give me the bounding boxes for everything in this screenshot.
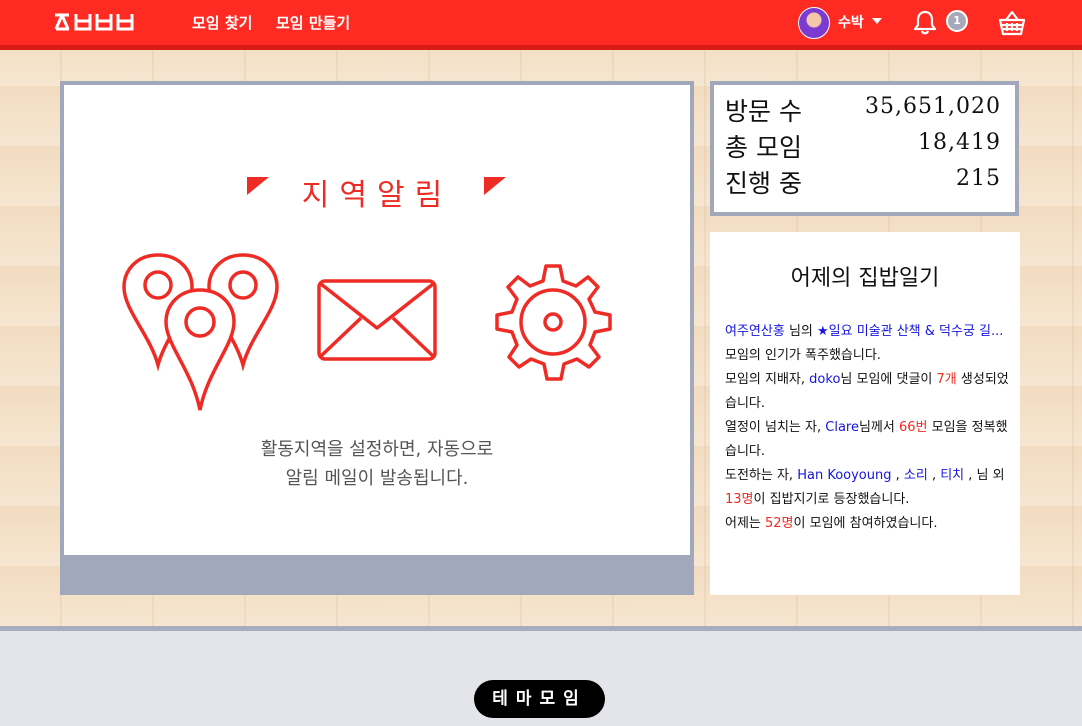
user-link[interactable]: doko bbox=[809, 372, 840, 387]
top-navigation-bar: 모임 찾기 모임 만들기 수박 1 bbox=[0, 0, 1082, 50]
diary-text: 이 모임에 참여하였습니다. bbox=[793, 516, 938, 531]
slide-description-line: 활동지역을 설정하면, 자동으로 bbox=[260, 439, 494, 460]
diary-entry: 모임의 지배자, doko님 모임에 댓글이 7개 생성되었습니다. bbox=[725, 368, 1010, 416]
diary-text: 모임의 지배자, bbox=[725, 372, 810, 387]
diary-text: 모임의 인기가 폭주했습니다. bbox=[725, 348, 881, 363]
diary-title: 어제의 집밥일기 bbox=[790, 266, 940, 291]
stat-total-meetups: 총 모임 18,419 bbox=[725, 128, 1001, 164]
chevron-down-icon[interactable] bbox=[872, 18, 882, 24]
highlight-count: 7개 bbox=[936, 372, 957, 387]
logo-mark bbox=[54, 13, 134, 31]
stat-value: 215 bbox=[956, 166, 1001, 191]
theme-meetup-button[interactable]: 테마모임 bbox=[474, 680, 605, 718]
diary-text: , bbox=[891, 468, 904, 483]
yesterday-diary-panel: 어제의 집밥일기 여주연산홍 님의 ★일요 미술관 산책 & 덕수궁 길... … bbox=[710, 232, 1020, 595]
diary-entry: 열정이 넘치는 자, Clare님께서 66번 모임을 정복했습니다. bbox=[725, 416, 1010, 464]
basket-icon[interactable] bbox=[998, 9, 1026, 41]
user-link[interactable]: Clare bbox=[825, 420, 859, 435]
envelope-icon bbox=[317, 279, 437, 361]
diary-text: 열정이 넘치는 자, bbox=[725, 420, 826, 435]
site-stats-inner: 방문 수 35,651,020 총 모임 18,419 진행 중 215 bbox=[714, 85, 1015, 212]
diary-text: 도전하는 자, bbox=[725, 468, 798, 483]
slide-title: 지역알림 bbox=[301, 178, 453, 213]
diary-text: , bbox=[927, 468, 941, 483]
diary-entry: 어제는 52명이 모임에 참여하였습니다. bbox=[725, 512, 1010, 536]
diary-body: 여주연산홍 님의 ★일요 미술관 산책 & 덕수궁 길... 모임의 인기가 폭… bbox=[725, 320, 1010, 536]
diary-entry: 여주연산홍 님의 ★일요 미술관 산책 & 덕수궁 길... 모임의 인기가 폭… bbox=[725, 320, 1010, 368]
user-link[interactable]: 소리 bbox=[904, 468, 928, 483]
username[interactable]: 수박 bbox=[838, 12, 864, 32]
slide-description-line: 알림 메일이 발송됩니다. bbox=[285, 468, 469, 489]
stat-value: 35,651,020 bbox=[865, 94, 1001, 119]
user-link[interactable]: Han Kooyoung bbox=[797, 468, 891, 483]
site-stats-box: 방문 수 35,651,020 총 모임 18,419 진행 중 215 bbox=[710, 81, 1019, 216]
bell-icon[interactable] bbox=[912, 9, 938, 39]
highlight-count: 13명 bbox=[725, 492, 754, 507]
diary-text: 님 모임에 댓글이 bbox=[840, 372, 937, 387]
stat-visits: 방문 수 35,651,020 bbox=[725, 92, 1001, 128]
diary-text: 님께서 bbox=[858, 420, 899, 435]
highlight-count: 52명 bbox=[765, 516, 794, 531]
user-link[interactable]: 티치 bbox=[940, 468, 964, 483]
diary-entry: 도전하는 자, Han Kooyoung , 소리 , 티치 , 님 외 13명… bbox=[725, 464, 1010, 512]
slide-description: 활동지역을 설정하면, 자동으로 알림 메일이 발송됩니다. bbox=[64, 435, 690, 493]
stat-in-progress: 진행 중 215 bbox=[725, 164, 1001, 200]
notification-count-badge[interactable]: 1 bbox=[946, 10, 968, 32]
stat-label: 진행 중 bbox=[725, 169, 802, 198]
gear-icon bbox=[495, 264, 612, 381]
nav-create-meetup[interactable]: 모임 만들기 bbox=[276, 12, 350, 33]
nav-find-meetup[interactable]: 모임 찾기 bbox=[192, 12, 252, 33]
slide-panel: 지역알림 활동지역을 설정하면, 자동으로 알림 메일이 발송됩니다. bbox=[64, 85, 690, 555]
site-logo[interactable] bbox=[54, 12, 134, 32]
feature-slider[interactable]: 지역알림 활동지역을 설정하면, 자동으로 알림 메일이 발송됩니다. bbox=[60, 81, 694, 663]
diary-text: 님의 bbox=[784, 324, 817, 339]
location-pins-icon bbox=[122, 253, 279, 411]
diary-text: 어제는 bbox=[725, 516, 766, 531]
user-link[interactable]: 여주연산홍 bbox=[725, 324, 785, 339]
meetup-link[interactable]: ★일요 미술관 산책 & 덕수궁 길... bbox=[817, 324, 1003, 339]
avatar[interactable] bbox=[798, 7, 830, 39]
stat-label: 총 모임 bbox=[725, 133, 802, 162]
stat-label: 방문 수 bbox=[725, 97, 802, 126]
highlight-count: 66번 bbox=[898, 420, 928, 435]
diary-text: 이 집밥지기로 등장했습니다. bbox=[753, 492, 910, 507]
diary-text: , 님 외 bbox=[964, 468, 1005, 483]
stat-value: 18,419 bbox=[918, 130, 1001, 155]
